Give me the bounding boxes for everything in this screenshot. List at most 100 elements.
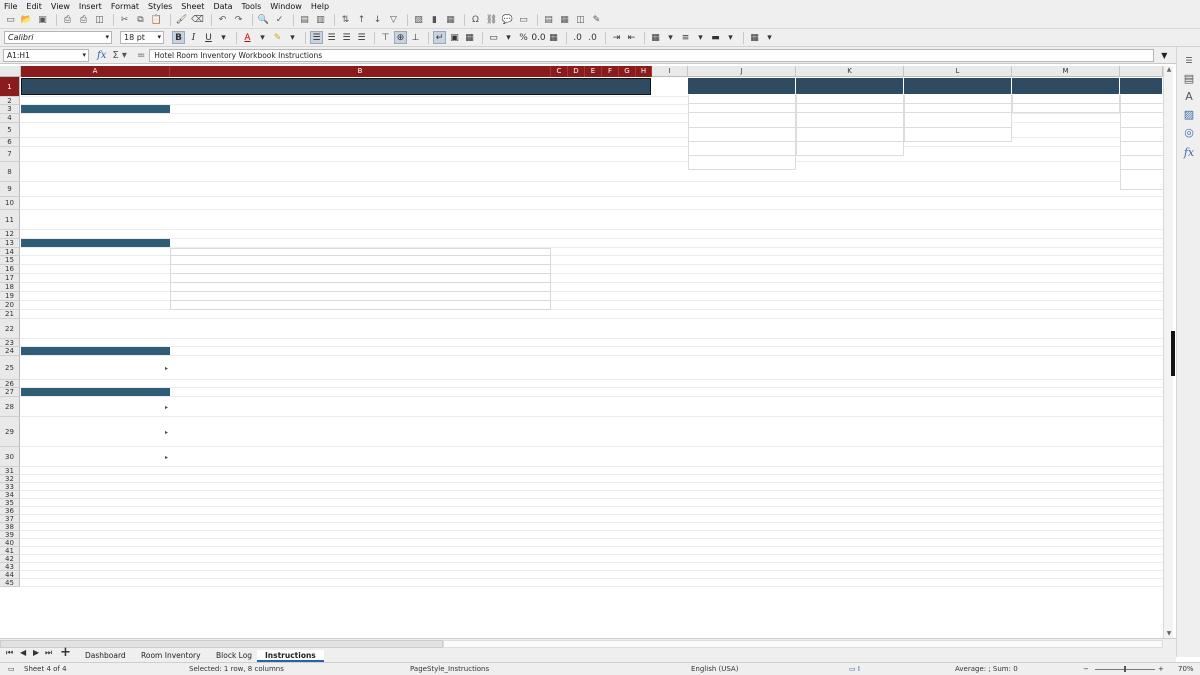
lookup-cell[interactable] <box>688 156 796 170</box>
vertical-scrollbar[interactable]: ▲ ▼ <box>1163 66 1175 638</box>
menu-item-format[interactable]: Format <box>111 2 139 11</box>
definition-description[interactable] <box>170 301 551 310</box>
align-right-button[interactable]: ☰ <box>340 31 353 44</box>
lookup-cell[interactable] <box>688 104 796 113</box>
row-header-4[interactable]: 4 <box>0 114 20 123</box>
row-icon[interactable]: ▤ <box>298 14 311 27</box>
gallery-icon[interactable]: ▨ <box>1182 107 1196 121</box>
print-preview-icon[interactable]: ◫ <box>93 14 106 27</box>
selection-mode-icon[interactable]: ▭ I <box>849 665 860 673</box>
row-header-26[interactable]: 26 <box>0 380 20 388</box>
lookup-cell[interactable] <box>1120 156 1163 170</box>
increase-indent-button[interactable]: ⇥ <box>610 31 623 44</box>
lookup-cell[interactable] <box>904 104 1012 113</box>
underline-button[interactable]: U <box>202 31 215 44</box>
italic-button[interactable]: I <box>187 31 200 44</box>
definition-description[interactable] <box>170 274 551 283</box>
name-box[interactable]: A1:H1 ▾ <box>3 48 89 62</box>
next-sheet-icon[interactable]: ▶ <box>33 648 43 658</box>
column-header-f[interactable]: F <box>602 66 619 77</box>
border-style-button[interactable]: ≡ <box>679 31 692 44</box>
scroll-down-icon[interactable]: ▼ <box>1165 630 1173 638</box>
column-header-b[interactable]: B <box>170 66 551 77</box>
row-header-11[interactable]: 11 <box>0 210 20 230</box>
chevron-down-icon[interactable]: ▾ <box>256 31 269 44</box>
functions-icon[interactable]: fx <box>1182 145 1196 159</box>
lookup-header[interactable] <box>1120 78 1163 94</box>
row-header-9[interactable]: 9 <box>0 182 20 197</box>
chevron-down-icon[interactable]: ▾ <box>217 31 230 44</box>
redo-icon[interactable]: ↷ <box>232 14 245 27</box>
insert-chart-icon[interactable]: ▮ <box>428 14 441 27</box>
row-header-30[interactable]: 30 <box>0 447 20 467</box>
properties-icon[interactable]: ▤ <box>1182 71 1196 85</box>
definition-term[interactable] <box>21 292 170 301</box>
definition-description[interactable] <box>170 283 551 292</box>
zoom-out-icon[interactable]: − <box>1083 665 1089 673</box>
workbook-use-step[interactable] <box>21 210 170 236</box>
row-header-8[interactable]: 8 <box>0 162 20 182</box>
freeze-rows-columns-icon[interactable]: ▦ <box>558 14 571 27</box>
row-header-18[interactable]: 18 <box>0 283 20 292</box>
row-header-15[interactable]: 15 <box>0 256 20 265</box>
menu-item-tools[interactable]: Tools <box>242 2 262 11</box>
last-sheet-icon[interactable]: ⏭ <box>45 648 55 658</box>
column-header-i[interactable]: I <box>652 66 688 77</box>
sheet-title[interactable] <box>21 78 651 95</box>
lookup-header[interactable] <box>796 78 904 94</box>
menu-item-data[interactable]: Data <box>213 2 232 11</box>
borders-button[interactable]: ▦ <box>649 31 662 44</box>
definition-term[interactable] <box>21 265 170 274</box>
paste-icon[interactable]: 📋 <box>150 14 163 27</box>
copy-icon[interactable]: ⧉ <box>134 14 147 27</box>
lookup-cell[interactable] <box>688 95 796 104</box>
align-center-button[interactable]: ☰ <box>325 31 338 44</box>
formula-input[interactable]: Hotel Room Inventory Workbook Instructio… <box>149 48 1155 62</box>
section-header-definitions[interactable] <box>21 239 170 247</box>
chevron-down-icon[interactable]: ▾ <box>286 31 299 44</box>
chevron-down-icon[interactable]: ▾ <box>694 31 707 44</box>
lookup-header[interactable] <box>1012 78 1120 94</box>
definition-description[interactable] <box>170 248 551 256</box>
styles-icon[interactable]: A <box>1182 89 1196 103</box>
lookup-cell[interactable] <box>1012 104 1120 113</box>
first-sheet-icon[interactable]: ⏮ <box>6 648 16 658</box>
definition-term[interactable] <box>21 301 170 310</box>
number-format-button[interactable]: ▭ <box>487 31 500 44</box>
row-header-28[interactable]: 28 <box>0 397 20 417</box>
comment-icon[interactable]: 💬 <box>501 14 514 27</box>
section-header-workbook-use[interactable] <box>21 105 170 113</box>
number-format-decimal-button[interactable]: 0.0 <box>531 31 545 44</box>
tab-room-inventory[interactable]: Room Inventory <box>133 650 209 661</box>
tab-instructions[interactable]: Instructions <box>257 650 324 662</box>
lookup-cell[interactable] <box>1012 95 1120 104</box>
navigator-icon[interactable]: ◎ <box>1182 125 1196 139</box>
lookup-cell[interactable] <box>688 128 796 142</box>
lookup-header[interactable] <box>688 78 796 94</box>
chevron-down-icon[interactable]: ▾ <box>502 31 515 44</box>
row-header-3[interactable]: 3 <box>0 105 20 114</box>
percent-format-button[interactable]: % <box>517 31 530 44</box>
menu-item-styles[interactable]: Styles <box>148 2 172 11</box>
menu-item-help[interactable]: Help <box>311 2 329 11</box>
column-header-h[interactable]: H <box>636 66 652 77</box>
autofilter-icon[interactable]: ▽ <box>387 14 400 27</box>
new-document-icon[interactable]: ▭ <box>4 14 17 27</box>
header-footer-icon[interactable]: ▭ <box>517 14 530 27</box>
sidebar-menu-icon[interactable]: ☰ <box>1182 53 1196 67</box>
clone-formatting-icon[interactable]: 🖌 <box>175 14 188 27</box>
zoom-level[interactable]: 70% <box>1178 665 1194 673</box>
special-character-icon[interactable]: Ω <box>469 14 482 27</box>
row-header-21[interactable]: 21 <box>0 310 20 319</box>
column-header-m[interactable]: M <box>1012 66 1120 77</box>
column-header-l[interactable]: L <box>904 66 1012 77</box>
definition-term[interactable] <box>21 248 170 256</box>
save-icon[interactable]: ▣ <box>36 14 49 27</box>
add-decimal-button[interactable]: .0 <box>571 31 584 44</box>
previous-sheet-icon[interactable]: ◀ <box>20 648 30 658</box>
undo-icon[interactable]: ↶ <box>216 14 229 27</box>
lookup-cell[interactable] <box>796 104 904 113</box>
spreadsheet-grid[interactable]: ABCDEFGHIJKLM 1 2 3 4 5 6 7 8 9 10 11 12 13 14 15 16 17 1… <box>0 66 1163 638</box>
data-handling-text[interactable] <box>21 356 170 390</box>
row-header-12[interactable]: 12 <box>0 230 20 239</box>
